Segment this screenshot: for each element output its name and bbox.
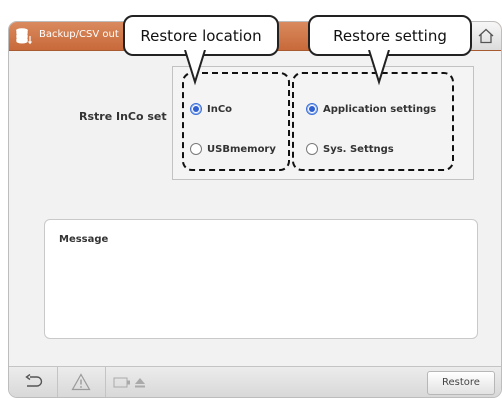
- radio-system-settings-label: Sys. Settngs: [323, 143, 394, 155]
- radio-system-settings[interactable]: Sys. Settngs: [306, 143, 394, 155]
- callout-setting-tail: [368, 50, 390, 86]
- callout-restore-location-text: Restore location: [140, 26, 262, 45]
- restore-button[interactable]: Restore: [427, 371, 495, 395]
- message-label: Message: [59, 234, 109, 245]
- callout-location-tail: [184, 50, 206, 86]
- database-sort-icon: [15, 27, 33, 45]
- radio-usbmemory[interactable]: USBmemory: [190, 143, 276, 155]
- home-button[interactable]: [470, 22, 501, 50]
- message-box: Message: [44, 219, 478, 339]
- bottom-toolbar: Restore: [9, 366, 501, 397]
- window-title: Backup/CSV out: [39, 29, 119, 40]
- restore-row-label: Rstre InCo set: [79, 110, 167, 123]
- radio-application-settings[interactable]: Application settings: [306, 103, 436, 115]
- radio-dot: [190, 143, 202, 155]
- radio-dot: [306, 103, 318, 115]
- radio-application-settings-label: Application settings: [323, 103, 437, 115]
- back-button[interactable]: [9, 367, 58, 397]
- radio-inco[interactable]: InCo: [190, 103, 232, 115]
- restore-setting-group: [292, 72, 454, 171]
- warning-button[interactable]: [57, 367, 106, 397]
- radio-usbmemory-label: USBmemory: [207, 143, 276, 155]
- radio-dot: [306, 143, 318, 155]
- eject-media-button[interactable]: [105, 367, 155, 397]
- restore-location-group: [182, 72, 290, 171]
- radio-inco-label: InCo: [207, 103, 233, 115]
- app-window: Backup/CSV out Rstre InCo set InCo USBme…: [8, 21, 502, 398]
- callout-restore-setting-text: Restore setting: [333, 26, 447, 45]
- radio-dot: [190, 103, 202, 115]
